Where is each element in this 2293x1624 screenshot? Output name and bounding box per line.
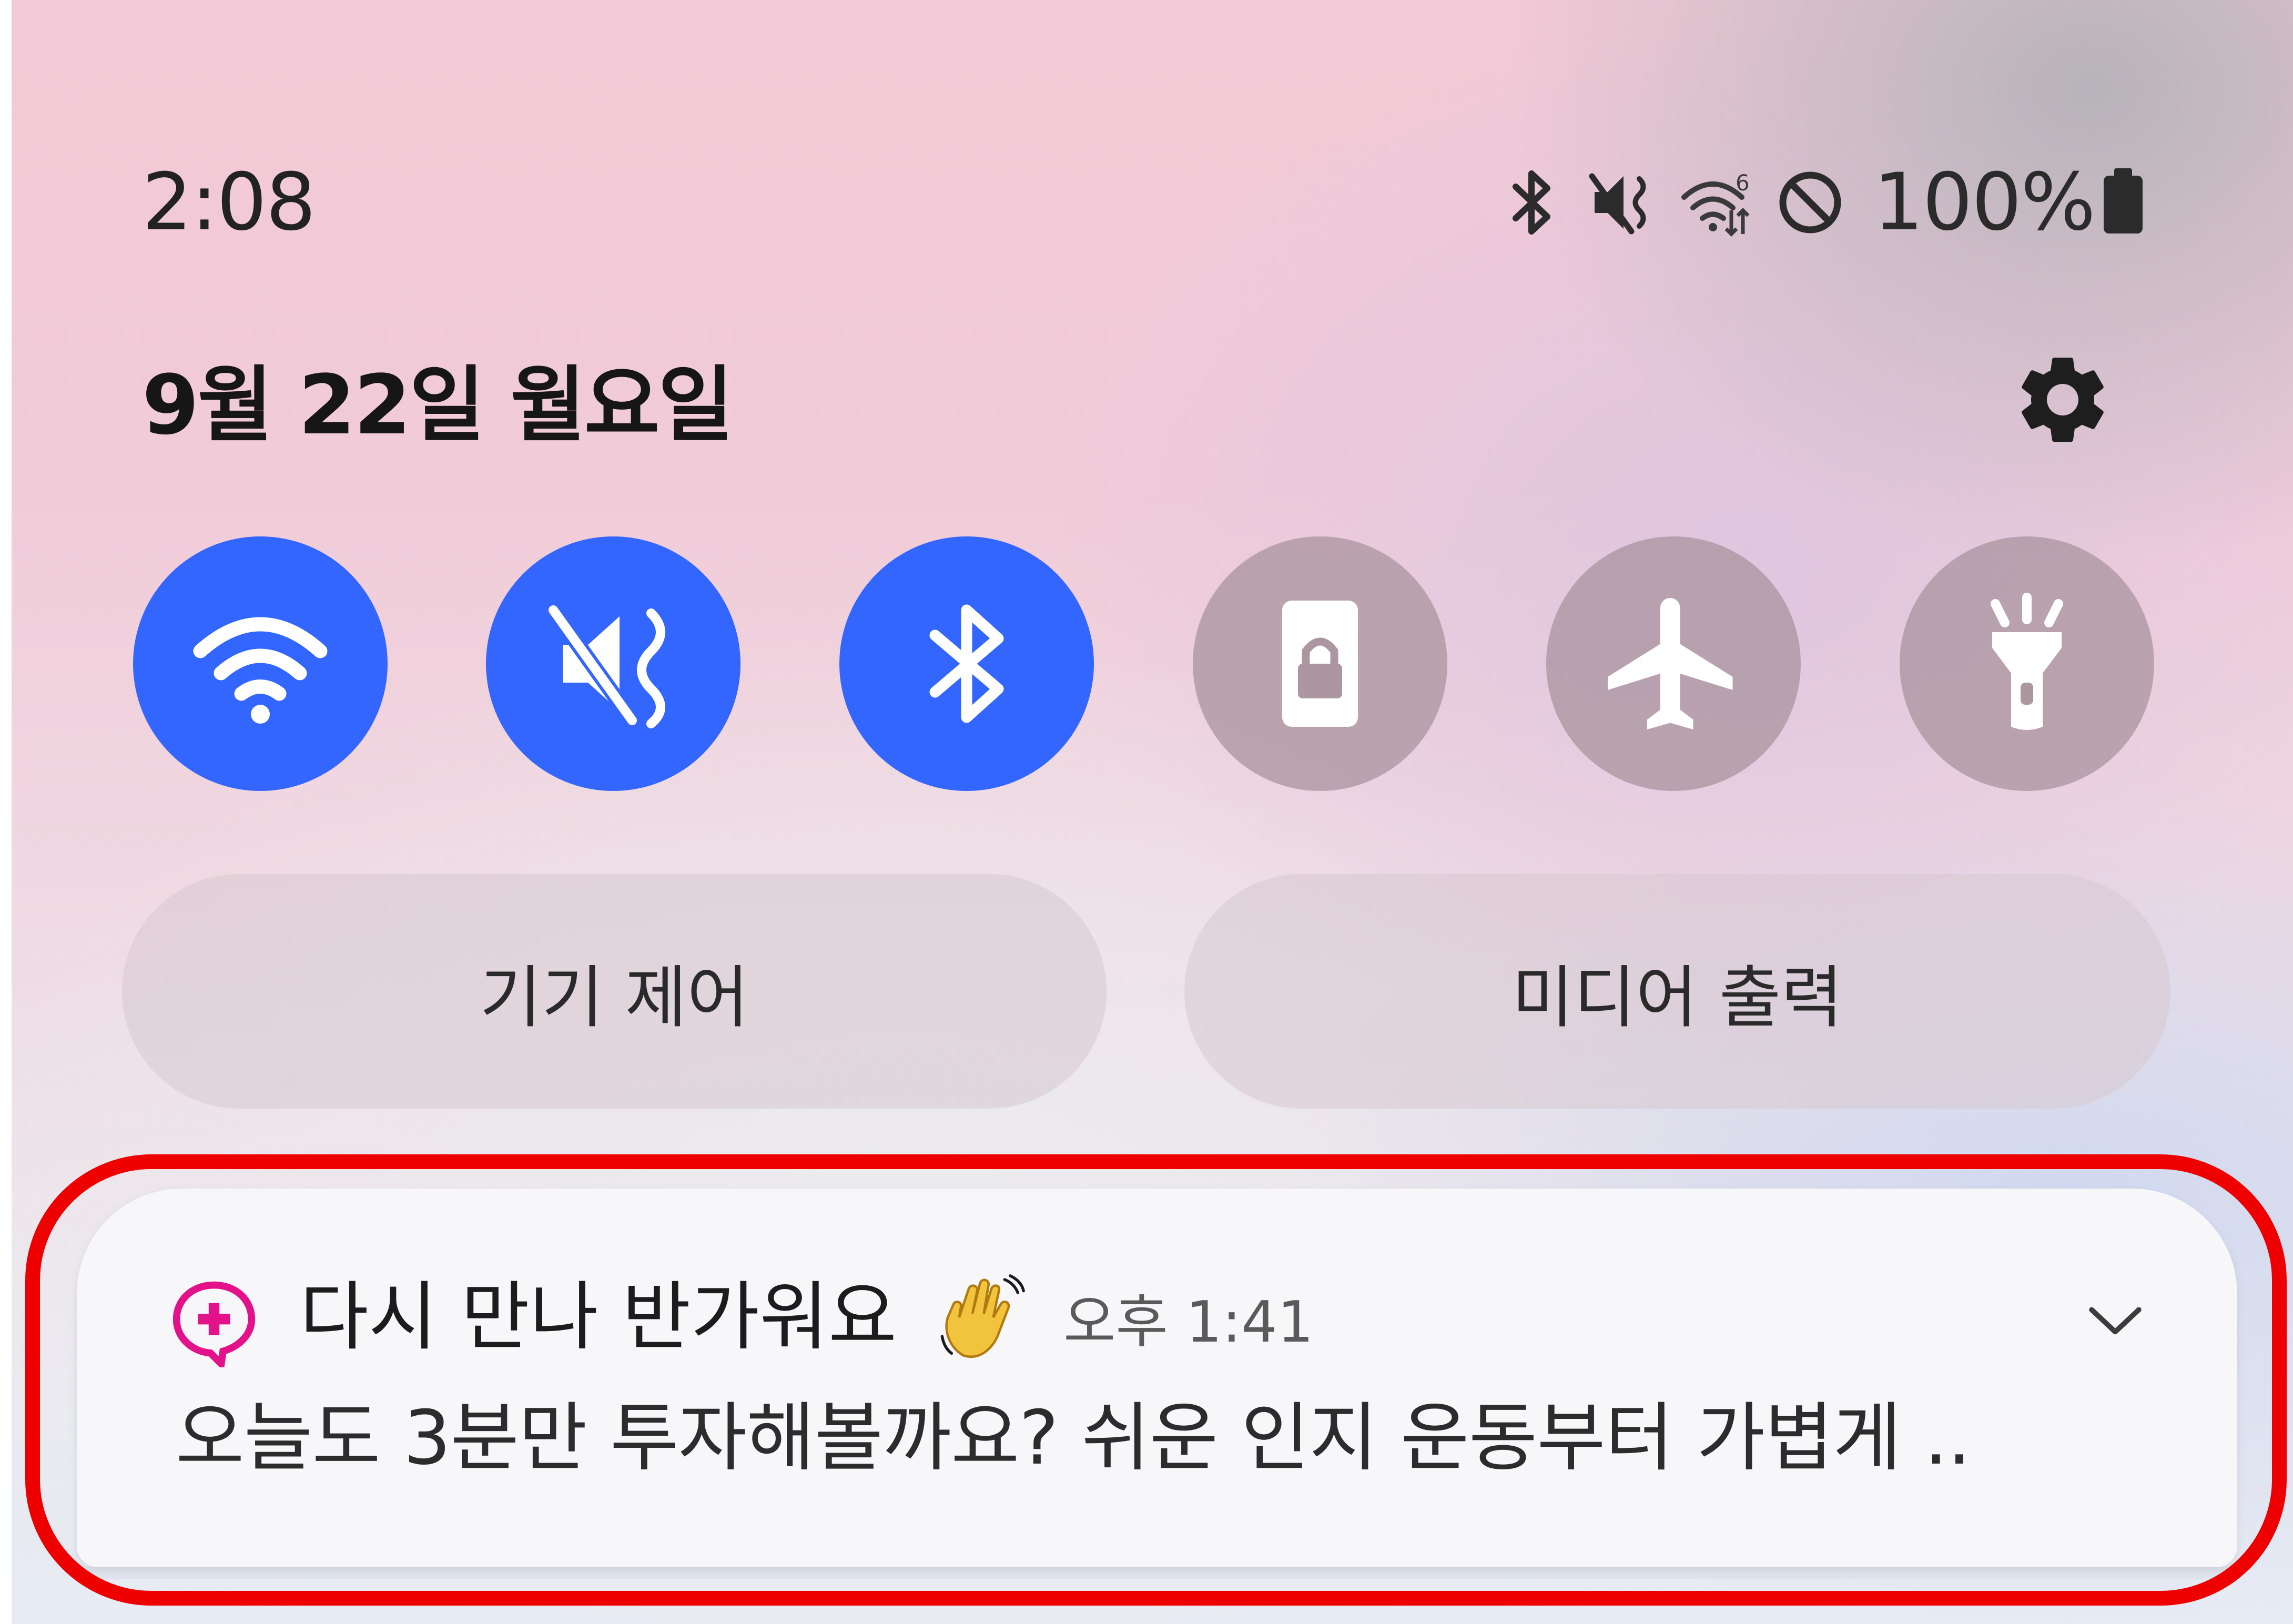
portrait-lock-toggle[interactable] — [1193, 536, 1447, 791]
wifi-icon — [193, 617, 328, 724]
status-time: 2:08 — [142, 157, 316, 248]
bluetooth-status-icon — [1513, 170, 1550, 235]
flashlight-icon — [1991, 593, 2063, 730]
airplane-icon — [1608, 598, 1733, 729]
media-output-button[interactable]: 미디어 출력 — [1184, 874, 2170, 1109]
wifi-toggle[interactable] — [133, 536, 388, 791]
vibrate-mute-icon — [545, 602, 665, 728]
svg-text:6: 6 — [1736, 170, 1750, 196]
wifi-6-status-icon: 6 — [1681, 170, 1750, 237]
do-not-disturb-status-icon — [1779, 171, 1841, 234]
notification-shade: 2:08 6 100% 9월 22일 월요일 기기 제어 미디어 출력 다시 만… — [12, 0, 2293, 1624]
airplane-mode-toggle[interactable] — [1546, 536, 1801, 791]
settings-gear-icon[interactable] — [2010, 347, 2115, 452]
vibrate-mute-status-icon — [1589, 173, 1646, 235]
bluetooth-icon — [929, 604, 1004, 723]
bluetooth-toggle[interactable] — [839, 536, 1094, 791]
device-control-button[interactable]: 기기 제어 — [122, 874, 1107, 1109]
portrait-lock-icon — [1282, 601, 1358, 727]
highlight-outline — [25, 1154, 2287, 1606]
battery-icon — [2104, 168, 2143, 234]
sound-mode-toggle[interactable] — [486, 536, 740, 791]
flashlight-toggle[interactable] — [1900, 536, 2154, 791]
battery-percentage: 100% — [1873, 157, 2096, 248]
date-label: 9월 22일 월요일 — [142, 357, 734, 453]
